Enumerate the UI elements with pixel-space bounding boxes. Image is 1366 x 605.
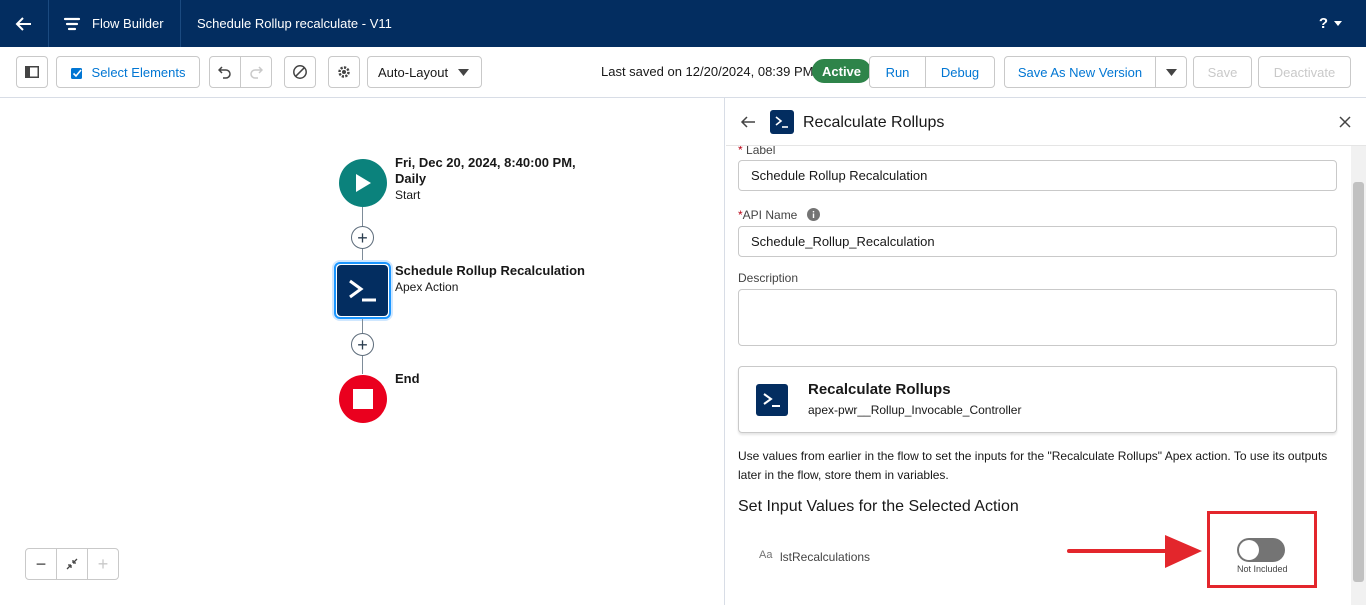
back-arrow-icon <box>15 16 31 31</box>
apex-action-icon <box>348 279 376 301</box>
api-name-input[interactable]: Schedule_Rollup_Recalculation <box>738 226 1337 257</box>
end-node[interactable] <box>339 375 387 423</box>
toolbar: Select Elements Auto-Layout Last saved o… <box>0 47 1366 98</box>
undo-button[interactable] <box>209 56 241 88</box>
description-field-label: Description <box>738 271 799 285</box>
status-badge: Active <box>812 59 872 83</box>
flow-title: Schedule Rollup recalculate - V11 <box>197 16 392 31</box>
fit-view-button[interactable] <box>57 549 88 579</box>
debug-button[interactable]: Debug <box>925 56 995 88</box>
app-title: Flow Builder <box>62 0 164 47</box>
gear-icon <box>338 66 350 78</box>
start-node-title2: Daily <box>395 171 427 186</box>
label-input[interactable]: Schedule Rollup Recalculation <box>738 160 1337 191</box>
errors-button[interactable] <box>284 56 316 88</box>
header-divider <box>48 0 49 47</box>
panel-back-button[interactable] <box>740 114 756 133</box>
apex-action-icon <box>756 384 788 416</box>
action-node-label: Schedule Rollup Recalculation Apex Actio… <box>395 263 585 295</box>
save-button[interactable]: Save <box>1193 56 1252 88</box>
redo-button[interactable] <box>240 56 272 88</box>
contract-icon <box>66 558 78 570</box>
select-elements-label: Select Elements <box>91 64 186 80</box>
action-node-subtitle: Apex Action <box>395 280 459 294</box>
panel-scrollbar[interactable] <box>1351 146 1366 605</box>
add-element-button[interactable]: + <box>351 226 374 249</box>
panel-title: Recalculate Rollups <box>803 114 945 131</box>
action-node-title: Schedule Rollup Recalculation <box>395 263 585 278</box>
action-node[interactable] <box>334 262 391 319</box>
description-textarea[interactable] <box>738 289 1337 346</box>
select-elements-button[interactable]: Select Elements <box>56 56 200 88</box>
start-node[interactable] <box>339 159 387 207</box>
flow-icon <box>63 17 81 30</box>
panel-icon <box>25 66 39 78</box>
annotation-arrow-icon <box>1067 535 1202 568</box>
undo-icon <box>218 66 231 79</box>
api-name-field-label: *API Name <box>738 208 820 222</box>
action-card: Recalculate Rollups apex-pwr__Rollup_Inv… <box>738 366 1337 433</box>
start-node-label: Fri, Dec 20, 2024, 8:40:00 PM, Daily Sta… <box>395 155 576 203</box>
save-menu-button[interactable] <box>1155 56 1187 88</box>
last-saved-text: Last saved on 12/20/2024, 08:39 PM <box>601 64 814 79</box>
label-field-label: * Label <box>738 146 776 157</box>
input-param-name: lstRecalculations <box>780 550 871 564</box>
section-title: Set Input Values for the Selected Action <box>738 498 1019 515</box>
close-panel-button[interactable] <box>1339 116 1351 131</box>
app-name: Flow Builder <box>92 16 164 31</box>
redo-icon <box>250 66 263 79</box>
zoom-in-button[interactable]: + <box>88 549 118 579</box>
help-text: Use values from earlier in the flow to s… <box>738 449 1328 482</box>
panel-body: * Label Schedule Rollup Recalculation *A… <box>726 146 1350 605</box>
save-as-new-version-button[interactable]: Save As New Version <box>1004 56 1156 88</box>
action-card-title: Recalculate Rollups <box>808 381 951 398</box>
global-header: Flow Builder Schedule Rollup recalculate… <box>0 0 1366 47</box>
stop-icon <box>353 389 373 409</box>
action-card-subtitle: apex-pwr__Rollup_Invocable_Controller <box>808 403 1022 417</box>
info-icon <box>806 208 820 221</box>
add-element-button[interactable]: + <box>351 333 374 356</box>
property-panel: Recalculate Rollups * Label Schedule Rol… <box>726 98 1366 605</box>
help-icon: ? <box>1318 15 1328 32</box>
start-node-subtitle: Start <box>395 188 421 202</box>
deactivate-button[interactable]: Deactivate <box>1258 56 1351 88</box>
run-button[interactable]: Run <box>869 56 926 88</box>
header-divider <box>180 0 181 47</box>
back-arrow-icon <box>740 116 755 128</box>
settings-button[interactable] <box>328 56 360 88</box>
zoom-controls: − + <box>25 548 119 580</box>
chevron-down-icon <box>458 68 469 76</box>
ban-icon <box>293 65 307 79</box>
layout-select-value: Auto-Layout <box>378 64 449 80</box>
close-icon <box>1339 116 1351 128</box>
help-menu[interactable]: ? <box>1319 0 1342 47</box>
flow-canvas[interactable]: Fri, Dec 20, 2024, 8:40:00 PM, Daily Sta… <box>0 98 725 605</box>
play-icon <box>356 174 371 192</box>
end-node-label: End <box>395 371 420 387</box>
layout-select[interactable]: Auto-Layout <box>367 56 482 88</box>
chevron-down-icon <box>1334 20 1342 26</box>
checkbox-icon <box>70 67 82 79</box>
annotation-box <box>1207 511 1317 588</box>
apex-action-icon <box>770 110 794 134</box>
end-node-title: End <box>395 371 420 386</box>
back-button[interactable] <box>0 0 48 47</box>
text-type-icon: Aa <box>759 549 773 561</box>
zoom-out-button[interactable]: − <box>26 549 57 579</box>
start-node-title: Fri, Dec 20, 2024, 8:40:00 PM, <box>395 155 576 170</box>
panel-header: Recalculate Rollups <box>726 98 1366 146</box>
toggle-sidebar-button[interactable] <box>16 56 48 88</box>
scrollbar-thumb[interactable] <box>1353 182 1364 582</box>
chevron-down-icon <box>1165 68 1177 76</box>
